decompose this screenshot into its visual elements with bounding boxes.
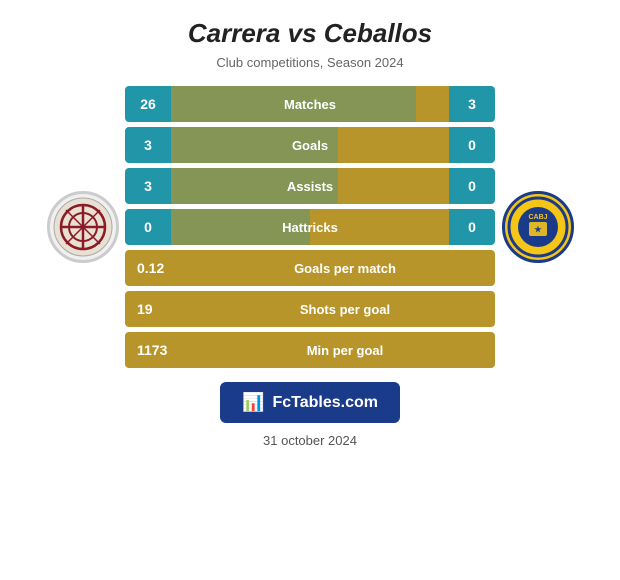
date-footer: 31 october 2024 bbox=[263, 433, 357, 448]
page-subtitle: Club competitions, Season 2024 bbox=[216, 55, 403, 70]
stat-label-matches: Matches bbox=[171, 86, 449, 122]
fctables-text: FcTables.com bbox=[272, 394, 378, 412]
stat-single-left-goals-per-match: 0.12 bbox=[125, 250, 195, 286]
page-title: Carrera vs Ceballos bbox=[188, 18, 432, 49]
stat-row-shots-per-goal: 19 Shots per goal bbox=[125, 291, 495, 327]
stats-column: 26 Matches 3 3 Goals 0 3 Assists 0 0 bbox=[125, 86, 495, 368]
stat-right-hattricks: 0 bbox=[449, 209, 495, 245]
stat-left-matches: 26 bbox=[125, 86, 171, 122]
stat-label-hattricks: Hattricks bbox=[171, 209, 449, 245]
boca-logo: CABJ ★ bbox=[502, 191, 574, 263]
stat-row-hattricks: 0 Hattricks 0 bbox=[125, 209, 495, 245]
stat-row-goals: 3 Goals 0 bbox=[125, 127, 495, 163]
svg-text:CABJ: CABJ bbox=[528, 214, 547, 221]
stat-single-label-min-per-goal: Min per goal bbox=[195, 332, 495, 368]
boca-logo-svg: CABJ ★ bbox=[507, 196, 569, 258]
stat-row-assists: 3 Assists 0 bbox=[125, 168, 495, 204]
stat-single-left-min-per-goal: 1173 bbox=[125, 332, 195, 368]
lanus-logo-svg bbox=[52, 196, 114, 258]
stat-single-left-shots-per-goal: 19 bbox=[125, 291, 195, 327]
stat-right-goals: 0 bbox=[449, 127, 495, 163]
stat-left-assists: 3 bbox=[125, 168, 171, 204]
page-container: Carrera vs Ceballos Club competitions, S… bbox=[0, 0, 620, 580]
stat-label-assists: Assists bbox=[171, 168, 449, 204]
stat-row-min-per-goal: 1173 Min per goal bbox=[125, 332, 495, 368]
fctables-icon: 📊 bbox=[242, 392, 264, 413]
lanus-logo bbox=[47, 191, 119, 263]
stat-label-goals: Goals bbox=[171, 127, 449, 163]
fctables-banner: 📊 FcTables.com bbox=[220, 382, 400, 423]
stat-row-goals-per-match: 0.12 Goals per match bbox=[125, 250, 495, 286]
stat-single-label-goals-per-match: Goals per match bbox=[195, 250, 495, 286]
right-team-logo: CABJ ★ bbox=[495, 191, 580, 263]
main-section: 26 Matches 3 3 Goals 0 3 Assists 0 0 bbox=[10, 86, 610, 368]
svg-text:★: ★ bbox=[534, 225, 542, 234]
stat-right-assists: 0 bbox=[449, 168, 495, 204]
stat-left-goals: 3 bbox=[125, 127, 171, 163]
left-team-logo bbox=[40, 191, 125, 263]
stat-single-label-shots-per-goal: Shots per goal bbox=[195, 291, 495, 327]
stat-left-hattricks: 0 bbox=[125, 209, 171, 245]
stat-row-matches: 26 Matches 3 bbox=[125, 86, 495, 122]
stat-right-matches: 3 bbox=[449, 86, 495, 122]
